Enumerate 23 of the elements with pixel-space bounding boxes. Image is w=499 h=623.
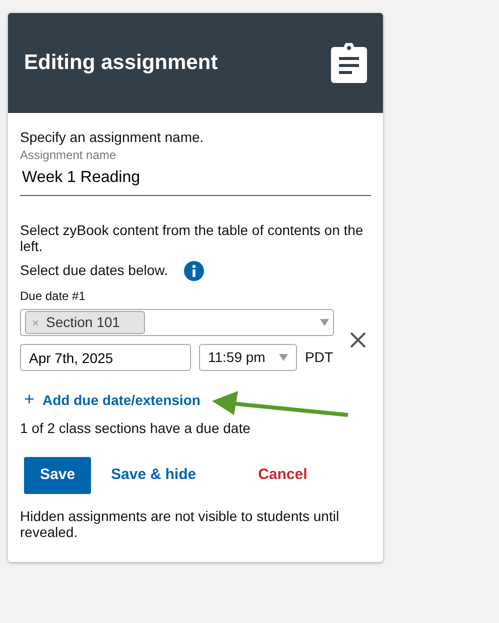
- note-text: Hidden assignments are not visible to students until revealed.: [20, 508, 340, 540]
- instruction-text: Specify an assignment name.: [20, 128, 205, 147]
- name-field[interactable]: Week 1 Reading: [20, 162, 371, 196]
- instruction-text: Select due dates below.: [20, 261, 168, 280]
- close-icon[interactable]: [350, 332, 366, 348]
- window-title: Editing assignment: [24, 50, 218, 76]
- clipboard-icon: [331, 43, 367, 83]
- save-button[interactable]: Save: [24, 457, 92, 494]
- status-text: 1 of 2 class sections have a due date: [20, 419, 252, 438]
- save-hide-button[interactable]: Save & hide: [95, 457, 212, 494]
- caret-icon: [320, 319, 329, 326]
- cancel-button[interactable]: Cancel: [242, 457, 324, 494]
- info-icon[interactable]: [184, 260, 204, 280]
- field-label: Due date #1: [20, 288, 86, 305]
- section-select[interactable]: × Section 101: [20, 309, 334, 336]
- timezone-label: PDT: [305, 348, 333, 367]
- date-field[interactable]: Apr 7th, 2025: [20, 344, 191, 371]
- field-label: Assignment name: [20, 148, 118, 162]
- section-tag: × Section 101: [25, 311, 145, 334]
- instruction-text: Select zyBook content from the table of contents on the left.: [20, 222, 364, 254]
- caret-icon: [279, 354, 288, 361]
- add-due-date-link[interactable]: + Add due date/extension: [24, 386, 200, 413]
- time-select[interactable]: 11:59 pm: [199, 344, 297, 371]
